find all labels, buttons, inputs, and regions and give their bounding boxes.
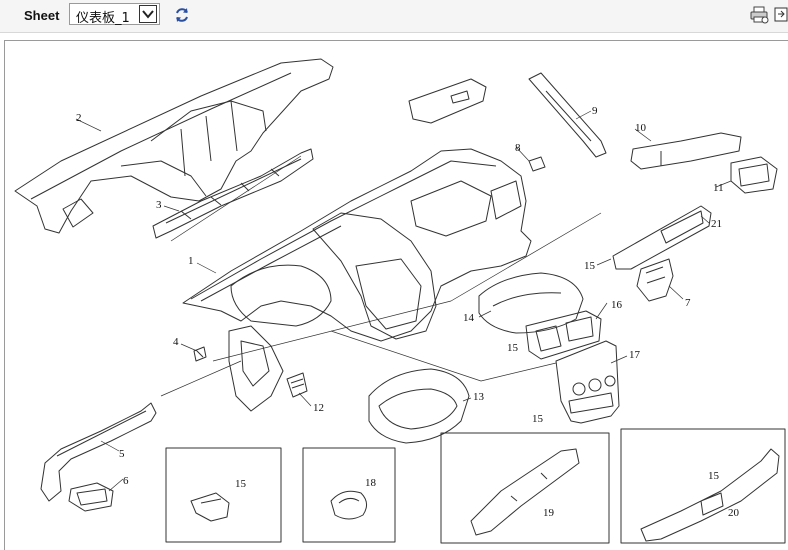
callout-1: 1 [188, 255, 194, 267]
part-glovebox-lid [408, 78, 487, 124]
callout-15-d: 15 [235, 478, 247, 490]
callout-14: 14 [463, 312, 475, 324]
part-bracket-8 [528, 156, 546, 172]
callout-4: 4 [173, 336, 179, 348]
callout-15-a: 15 [507, 342, 519, 354]
part-cluster-hood-13 [368, 368, 470, 444]
callout-17: 17 [629, 349, 641, 361]
sheet-select[interactable]: 仪表板_1 [69, 3, 160, 26]
callout-12: 12 [313, 402, 324, 414]
callout-8: 8 [515, 142, 521, 154]
callout-21: 21 [711, 218, 722, 230]
callout-19: 19 [543, 507, 555, 519]
callout-15-e: 15 [708, 470, 720, 482]
callout-10: 10 [635, 122, 647, 134]
part-long-bracket [152, 148, 314, 239]
detail-box-20 [620, 428, 786, 544]
detail-box-18 [302, 447, 396, 543]
callout-6: 6 [123, 475, 129, 487]
part-duct-5 [40, 402, 157, 502]
export-icon[interactable] [774, 6, 788, 24]
callout-13: 13 [473, 391, 485, 403]
callout-3: 3 [156, 199, 162, 211]
callout-18: 18 [365, 477, 377, 489]
printer-icon[interactable] [750, 6, 770, 24]
callout-5: 5 [119, 448, 125, 460]
toolbar: Sheet 仪表板_1 [0, 0, 788, 33]
part-console-panel-17 [555, 340, 620, 424]
part-vent-6 [68, 482, 114, 512]
diagram-frame: 2 3 1 4 5 6 12 13 14 15 15 15 15 15 16 1… [4, 40, 788, 550]
part-bracket-7 [636, 258, 674, 302]
part-bezel-14 [478, 272, 584, 334]
part-side-trim-21 [612, 205, 712, 270]
part-vent-11 [730, 156, 778, 194]
detail-box-15 [165, 447, 282, 543]
part-duct-frame [14, 58, 334, 234]
part-left-lower-panel [228, 325, 284, 412]
callout-9: 9 [592, 105, 598, 117]
part-center-vents-16 [525, 310, 602, 360]
refresh-icon[interactable] [172, 5, 192, 25]
callout-20: 20 [728, 507, 740, 519]
exploded-parts-diagram: 2 3 1 4 5 6 12 13 14 15 15 15 15 15 16 1… [14, 58, 786, 544]
callout-15-b: 15 [532, 413, 544, 425]
callout-2: 2 [76, 112, 82, 124]
part-clip-4 [193, 346, 207, 362]
chevron-down-icon[interactable] [139, 5, 157, 23]
detail-box-19 [440, 432, 610, 544]
callout-7: 7 [685, 297, 691, 309]
sheet-label: Sheet [24, 8, 60, 23]
callout-15-c: 15 [584, 260, 596, 272]
callout-16: 16 [611, 299, 623, 311]
sheet-select-value: 仪表板_1 [76, 11, 130, 26]
callout-11: 11 [713, 182, 724, 194]
part-switch-12 [286, 372, 308, 398]
